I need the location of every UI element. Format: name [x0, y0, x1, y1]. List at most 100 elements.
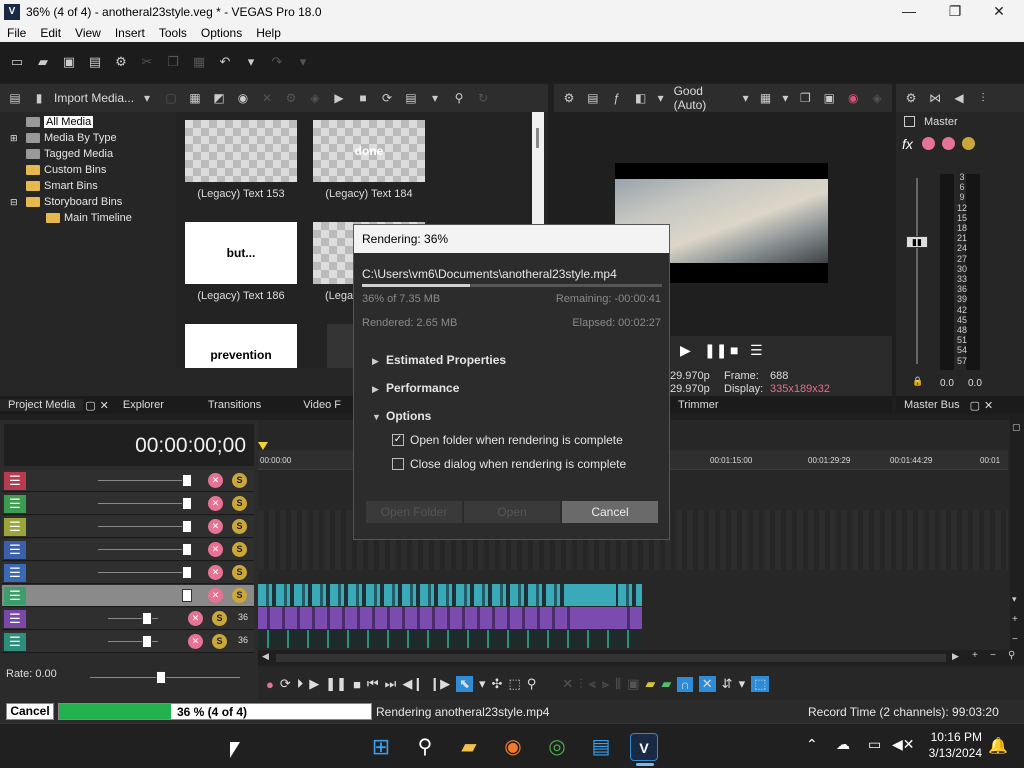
maximize-panel-icon[interactable]: ▢ [968, 399, 982, 412]
section-options[interactable]: ▼ Options [372, 409, 431, 423]
master-automation-icon[interactable] [922, 137, 935, 150]
normal-edit-tool-icon[interactable]: ⬉ [456, 676, 474, 692]
copy-snapshot-icon[interactable]: ❐ [796, 88, 814, 108]
tree-item-tagged-media[interactable]: Tagged Media [10, 146, 170, 162]
track-mute-icon[interactable]: ✕ [188, 634, 203, 649]
video-fx-icon[interactable]: ƒ [608, 88, 626, 108]
track-volume-slider[interactable] [98, 549, 188, 550]
tab-video-fx[interactable]: Video F [269, 399, 349, 411]
trim-icon[interactable]: ⫶ [579, 676, 582, 692]
track-header[interactable]: ☰ ✕ S [2, 539, 254, 561]
mix-icon[interactable]: ⋈ [926, 88, 944, 108]
menu-edit[interactable]: Edit [33, 26, 68, 40]
close-dialog-option[interactable]: Close dialog when rendering is complete [392, 457, 626, 471]
tree-item-smart-bins[interactable]: Smart Bins [10, 178, 170, 194]
menu-options[interactable]: Options [194, 26, 249, 40]
track-mute-icon[interactable]: ✕ [208, 588, 223, 603]
track-mute-icon[interactable]: ✕ [208, 473, 223, 488]
clock-date[interactable]: 3/13/2024 [920, 746, 982, 760]
clock-time[interactable]: 10:16 PM [928, 730, 982, 744]
preview-menu-icon[interactable]: ☰ [750, 342, 763, 359]
media-thumb-text-186[interactable]: but... [185, 222, 297, 284]
tree-item-media-by-type[interactable]: ⊞ Media By Type [10, 130, 170, 146]
copy-icon[interactable]: ❐ [162, 52, 184, 72]
timeline-clip-teal[interactable] [258, 630, 642, 648]
timeline-clip-cyan[interactable] [572, 584, 616, 606]
vegas-taskbar-icon[interactable]: V [630, 733, 658, 761]
track-header[interactable]: ☰ ✕ S [2, 516, 254, 538]
track-solo-icon[interactable]: S [232, 542, 247, 557]
record-icon[interactable]: ◉ [844, 88, 862, 108]
preview-stop-icon[interactable]: ■ [354, 88, 372, 108]
selection-tool-icon[interactable]: ⬚ [508, 676, 520, 692]
timeline-clip-purple[interactable] [572, 607, 616, 629]
timeline-vscroll[interactable]: ▢ ▾ + − [1010, 420, 1024, 652]
track-header[interactable]: ☰ ✕ S [2, 562, 254, 584]
auto-preview-icon[interactable]: ⟳ [378, 88, 396, 108]
views-icon[interactable]: ▤ [402, 88, 420, 108]
play-from-start-icon[interactable]: ⏵ [297, 676, 304, 692]
track-header[interactable]: ☰ ✕ S [2, 493, 254, 515]
master-lock-icon[interactable]: 🔒 [912, 376, 923, 387]
section-performance[interactable]: ▶ Performance [372, 381, 459, 395]
lock-icon[interactable]: ▣ [627, 676, 639, 692]
master-settings-icon[interactable]: ⚙ [902, 88, 920, 108]
split-dropdown-icon[interactable]: ▾ [656, 88, 666, 108]
delete-icon[interactable]: ✕ [562, 676, 573, 692]
overlays-dropdown-icon[interactable]: ▾ [780, 88, 790, 108]
media-tags-icon[interactable]: ◈ [306, 88, 324, 108]
record-icon[interactable]: ● [266, 677, 274, 692]
cancel-render-button[interactable]: Cancel [562, 501, 658, 523]
stop-icon[interactable]: ■ [353, 677, 361, 692]
mixer-icon[interactable]: ⫶ [974, 88, 992, 108]
track-mute-icon[interactable]: ✕ [208, 496, 223, 511]
master-checkbox[interactable] [904, 116, 915, 127]
track-mute-icon[interactable]: ✕ [208, 519, 223, 534]
track-volume-slider[interactable] [98, 572, 188, 573]
preview-play-icon[interactable]: ▶ [330, 88, 348, 108]
media-thumb-text-153[interactable] [185, 120, 297, 182]
save-as-icon[interactable]: ▤ [84, 52, 106, 72]
close-dialog-checkbox[interactable] [392, 458, 404, 470]
import-dropdown-icon[interactable]: ▾ [138, 88, 156, 108]
preview-settings-icon[interactable]: ⚙ [560, 88, 578, 108]
pause-icon[interactable]: ❚❚ [325, 676, 347, 692]
track-header[interactable]: ☰ ✕ S 36 [2, 631, 254, 653]
playhead-marker-icon[interactable] [258, 442, 268, 450]
tab-master-bus[interactable]: Master Bus [896, 399, 968, 411]
import-media-icon[interactable]: ▮ [30, 88, 48, 108]
file-explorer-icon[interactable]: ▰ [455, 733, 483, 761]
track-volume-knob[interactable] [182, 520, 192, 533]
track-volume-slider[interactable] [98, 595, 188, 596]
media-thumb-text-184[interactable]: done [313, 120, 425, 182]
split-icon[interactable]: ⫼ [615, 676, 621, 692]
settings-gear-icon[interactable]: ⚙ [110, 52, 132, 72]
track-solo-icon[interactable]: S [232, 565, 247, 580]
tab-transitions[interactable]: Transitions [172, 399, 269, 411]
track-mute-icon[interactable]: ✕ [208, 565, 223, 580]
open-folder-icon[interactable]: ▰ [32, 52, 54, 72]
save-snapshot-icon[interactable]: ▣ [820, 88, 838, 108]
maximize-panel-icon[interactable]: ▢ [83, 399, 97, 412]
import-media-button[interactable]: Import Media... [54, 91, 134, 105]
track-menu-icon[interactable]: ☰ [4, 495, 26, 513]
ripple-dropdown-icon[interactable]: ▾ [739, 676, 746, 692]
track-header[interactable]: ☰ ✕ S [2, 470, 254, 492]
media-view-icon[interactable]: ▤ [6, 88, 24, 108]
track-volume-slider[interactable] [98, 480, 188, 481]
prev-frame-icon[interactable]: ◀❙ [402, 676, 423, 692]
section-estimated-properties[interactable]: ▶ Estimated Properties [372, 353, 506, 367]
media-fx-icon[interactable]: ◉ [234, 88, 252, 108]
notepad-icon[interactable]: ▤ [587, 733, 615, 761]
track-menu-icon[interactable]: ☰ [4, 564, 26, 582]
tray-chevron-icon[interactable]: ⌃ [806, 736, 818, 753]
firefox-icon[interactable]: ◉ [499, 733, 527, 761]
track-solo-icon[interactable]: S [212, 611, 227, 626]
master-solo-icon[interactable] [962, 137, 975, 150]
track-volume-slider[interactable] [98, 503, 188, 504]
quality-dropdown-icon[interactable]: ▾ [741, 88, 751, 108]
search-media-icon[interactable]: ⚲ [450, 88, 468, 108]
maximize-button[interactable]: ❐ [932, 0, 978, 24]
track-volume-knob[interactable] [182, 589, 192, 602]
track-volume-knob[interactable] [142, 635, 152, 648]
